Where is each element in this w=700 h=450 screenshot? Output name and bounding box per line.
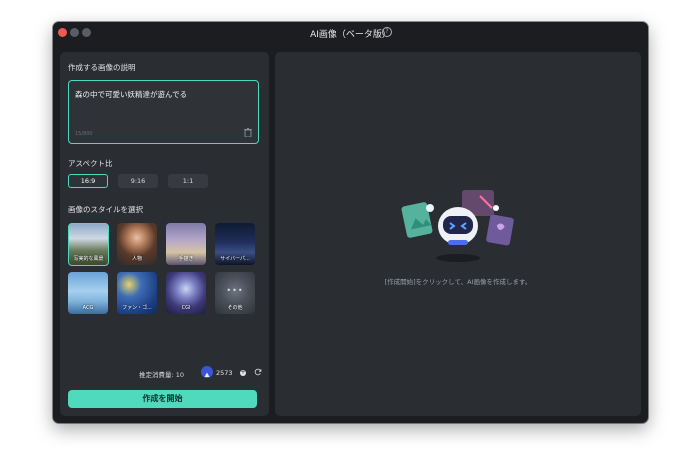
credit-balance: 2573 — [216, 369, 233, 377]
refresh-icon[interactable] — [254, 368, 262, 376]
ai-robot-illustration — [401, 190, 514, 262]
add-credits-icon[interactable]: + — [240, 370, 246, 376]
generation-hint: [作成開始]をクリックして、AI画像を作成します。 — [384, 278, 532, 286]
style-card-label: CGI — [181, 305, 191, 311]
prompt-input[interactable]: 森の中で可愛い妖精達が遊んでる 15/800 — [68, 80, 259, 144]
aspect-ratio-label: アスペクト比 — [68, 159, 113, 168]
prompt-text[interactable]: 森の中で可愛い妖精達が遊んでる — [75, 89, 187, 100]
style-card-other[interactable]: ••• その他 — [215, 272, 255, 314]
trash-icon[interactable] — [244, 128, 252, 137]
style-card-label: 人物 — [131, 256, 142, 262]
style-card-cyberpunk[interactable]: サイバーパ... — [215, 223, 255, 265]
aspect-9-16-button[interactable]: 9:16 — [118, 174, 158, 188]
style-card-acg[interactable]: ACG — [68, 272, 108, 314]
app-window: AI画像（ベータ版） ? 作成する画像の説明 森の中で可愛い妖精達が遊んでる 1… — [53, 22, 648, 423]
preview-panel: [作成開始]をクリックして、AI画像を作成します。 — [275, 52, 641, 416]
prompt-section-label: 作成する画像の説明 — [68, 63, 136, 72]
style-card-label: 手描き — [178, 256, 194, 262]
style-card-label: ファン・ゴ... — [122, 305, 152, 311]
more-icon: ••• — [226, 286, 244, 295]
style-card-realistic-landscape[interactable]: 写実的な風景 — [68, 223, 109, 266]
style-card-cgi[interactable]: CGI — [166, 272, 206, 314]
estimated-cost: 推定消費量: 10 — [139, 371, 185, 379]
credit-coin-icon — [201, 366, 213, 378]
style-card-label: その他 — [227, 305, 243, 311]
prompt-char-count: 15/800 — [75, 131, 93, 137]
start-generation-button[interactable]: 作成を開始 — [68, 390, 257, 408]
style-card-person[interactable]: 人物 — [117, 223, 157, 265]
style-card-van-gogh[interactable]: ファン・ゴ... — [117, 272, 157, 314]
window-title: AI画像（ベータ版） — [310, 30, 391, 40]
aspect-16-9-button[interactable]: 16:9 — [68, 174, 108, 188]
style-card-hand-drawn[interactable]: 手描き — [166, 223, 206, 265]
style-section-label: 画像のスタイルを選択 — [68, 205, 143, 214]
help-icon[interactable]: ? — [382, 27, 392, 37]
settings-panel: 作成する画像の説明 森の中で可愛い妖精達が遊んでる 15/800 アスペクト比 … — [60, 52, 269, 416]
style-card-label: ACG — [82, 305, 94, 311]
style-card-label: 写実的な風景 — [73, 256, 104, 262]
aspect-1-1-button[interactable]: 1:1 — [168, 174, 208, 188]
title-bar: AI画像（ベータ版） ? — [53, 22, 648, 44]
style-card-label: サイバーパ... — [220, 256, 250, 262]
